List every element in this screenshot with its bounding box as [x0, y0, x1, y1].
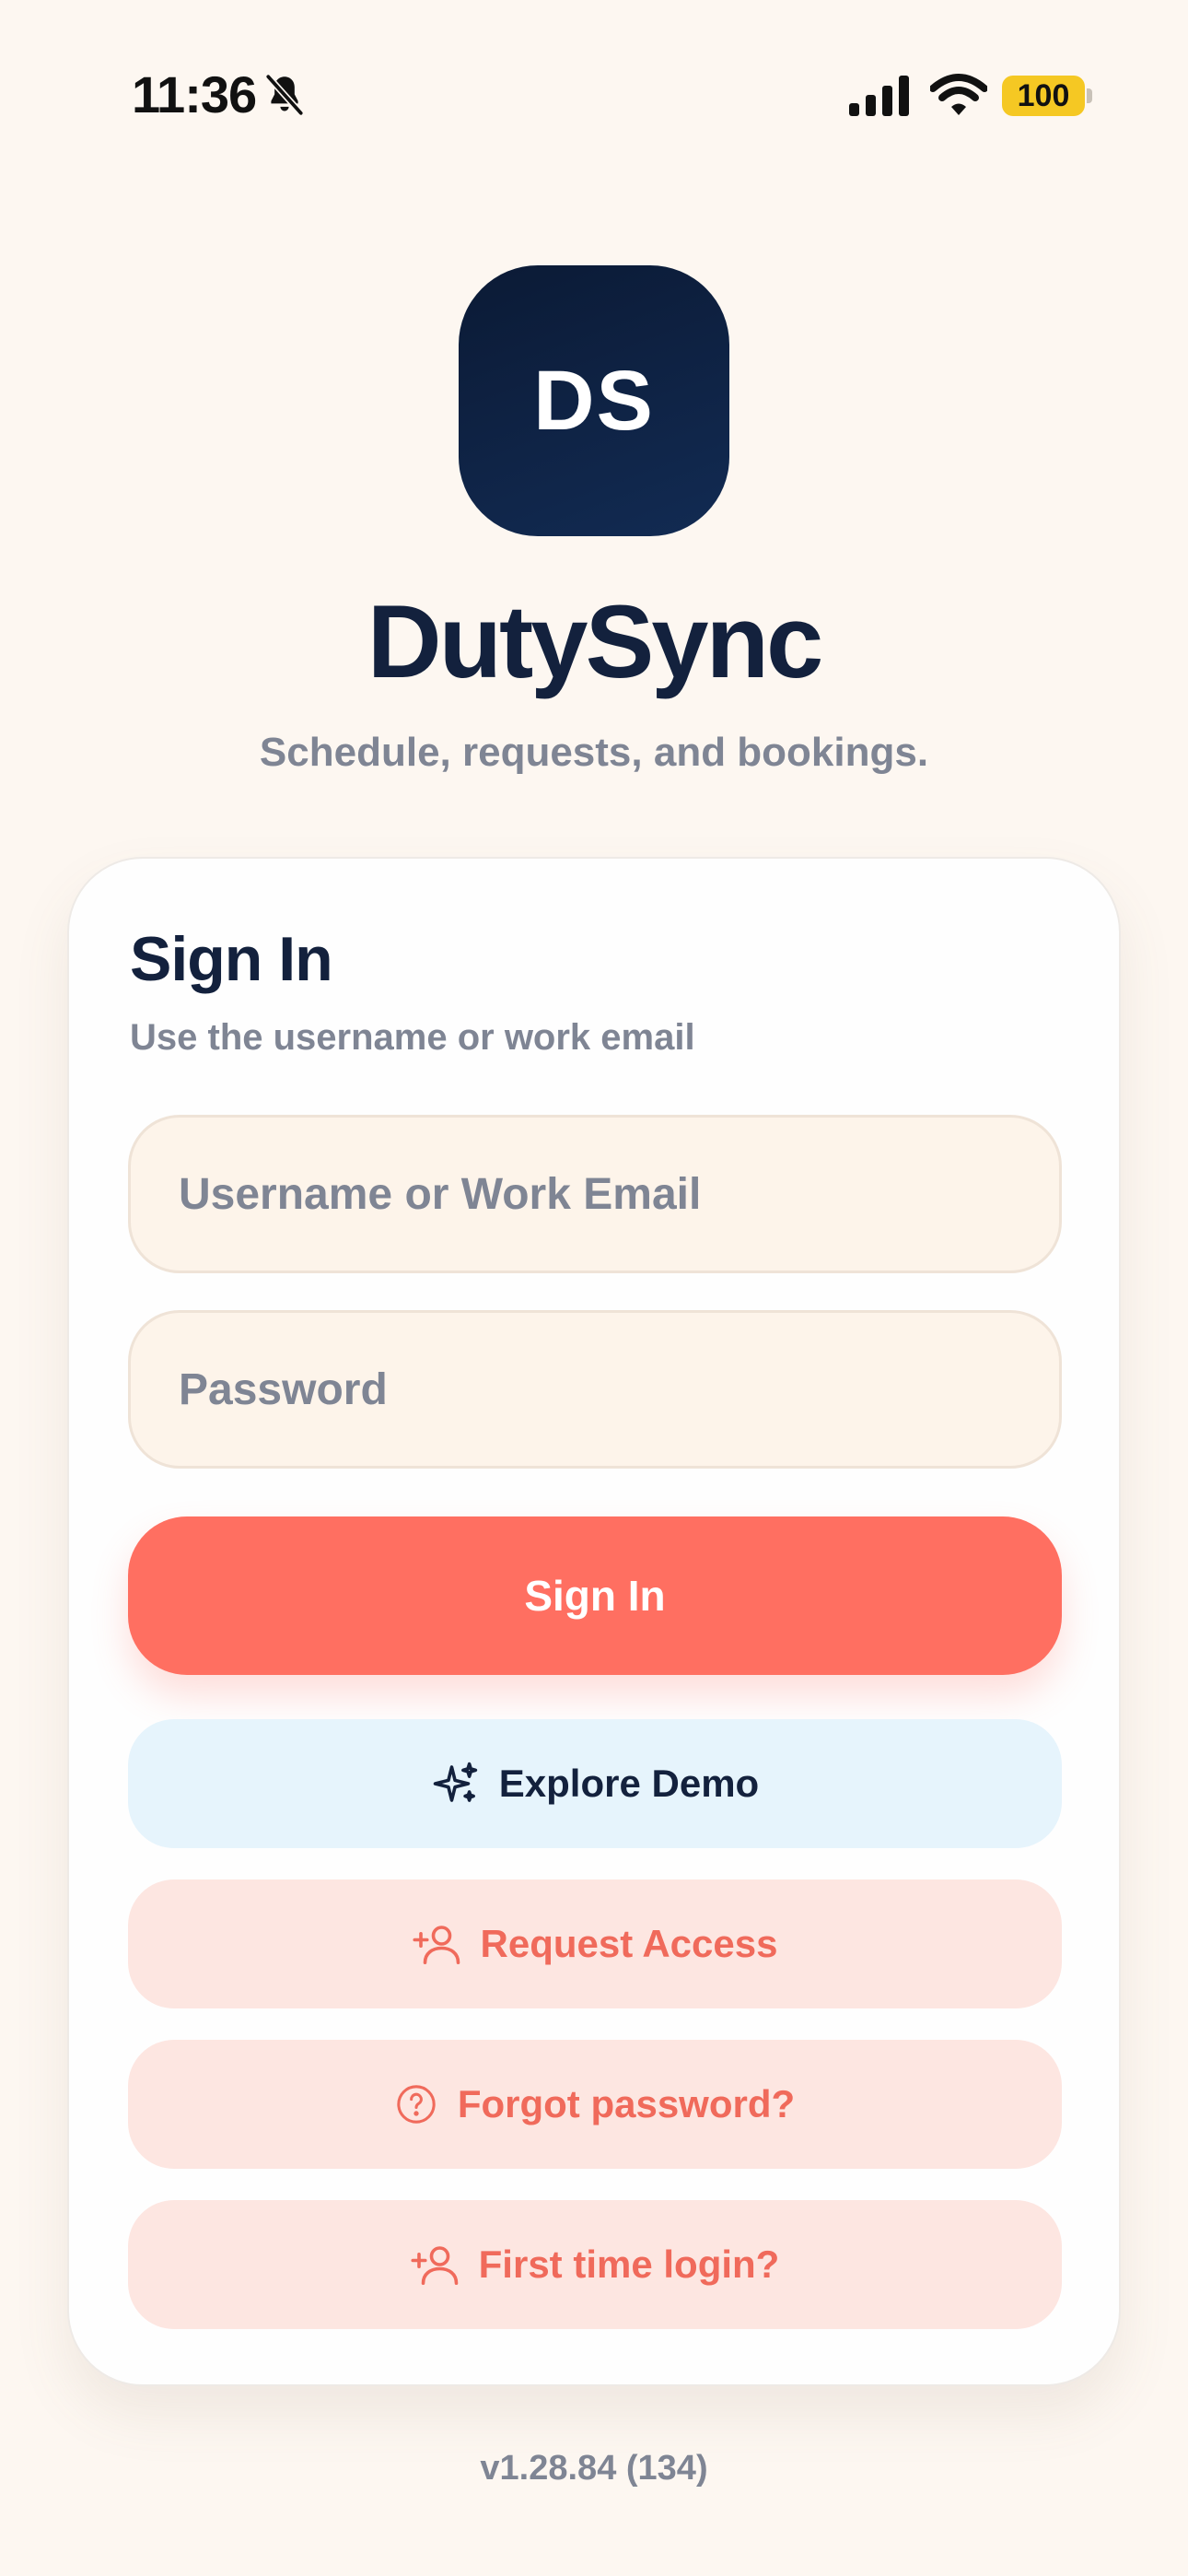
bell-slash-icon [265, 74, 304, 116]
request-access-label: Request Access [480, 1922, 778, 1965]
app-tagline: Schedule, requests, and bookings. [259, 730, 929, 775]
status-bar: 11:36 100 [0, 0, 1188, 193]
user-plus-icon [411, 2246, 458, 2286]
signin-title: Sign In [130, 924, 333, 994]
login-screen: 11:36 100 DS DutySync Schedule, requests… [0, 0, 1188, 2576]
wifi-icon [930, 74, 987, 115]
password-field[interactable] [128, 1310, 1062, 1469]
username-input[interactable] [131, 1118, 1059, 1270]
status-time: 11:36 [132, 65, 257, 123]
request-access-button[interactable]: Request Access [128, 1879, 1062, 2008]
username-field[interactable] [128, 1115, 1062, 1273]
password-input[interactable] [131, 1313, 1059, 1466]
question-circle-icon [397, 2085, 436, 2124]
cellular-signal-icon [849, 76, 909, 116]
signin-button[interactable]: Sign In [128, 1516, 1062, 1675]
forgot-password-label: Forgot password? [457, 2082, 796, 2125]
user-plus-icon [412, 1926, 460, 1965]
explore-demo-label: Explore Demo [498, 1762, 760, 1805]
app-logo: DS [459, 265, 729, 536]
sparkles-icon [433, 1762, 477, 1802]
app-title: DutySync [367, 584, 824, 699]
battery-level: 100 [1017, 78, 1070, 113]
signin-subtitle: Use the username or work email [130, 1017, 695, 1058]
battery-tip [1087, 88, 1092, 103]
battery-icon: 100 [1002, 76, 1085, 116]
first-time-login-label: First time login? [478, 2242, 780, 2286]
forgot-password-button[interactable]: Forgot password? [128, 2040, 1062, 2169]
app-logo-text: DS [533, 353, 655, 448]
signin-card: Sign In Use the username or work email S… [67, 857, 1121, 2386]
signin-button-label: Sign In [524, 1572, 666, 1620]
first-time-login-button[interactable]: First time login? [128, 2200, 1062, 2329]
app-version: v1.28.84 (134) [480, 2449, 708, 2488]
explore-demo-button[interactable]: Explore Demo [128, 1719, 1062, 1848]
